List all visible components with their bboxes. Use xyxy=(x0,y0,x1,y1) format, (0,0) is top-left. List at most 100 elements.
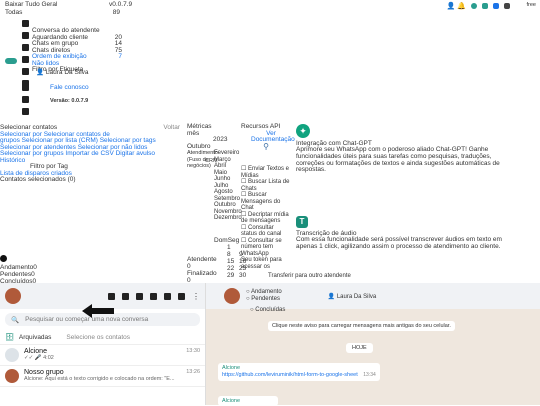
api-check[interactable]: ☐ Consultar status do canal xyxy=(241,225,291,238)
message-bubble[interactable]: Alcione https://github.com/leviruminik/h… xyxy=(218,363,380,381)
api-check[interactable]: ☐ Consultar se número tem WhatsApp xyxy=(241,238,291,258)
api-check[interactable]: ☐ Enviar Textos e Mídias xyxy=(241,166,291,179)
broadcast-icon[interactable] xyxy=(122,292,129,300)
menu-icons xyxy=(22,20,29,87)
day-separator: HOJE xyxy=(346,343,373,353)
archived-row[interactable]: 🗄 Arquivadas Selecione os contatos xyxy=(0,330,205,345)
month-list: Fevereiro Março Abril Maio Junho Julho A… xyxy=(214,150,242,222)
cal-day[interactable]: 15 xyxy=(227,258,237,265)
cal-day[interactable]: 30 xyxy=(239,272,249,279)
chat-name: Alcione xyxy=(24,348,47,355)
api-check[interactable]: ☐ Decriptar mídia de mensagens xyxy=(241,212,291,225)
count-andamento: Andamento0 xyxy=(0,264,37,271)
select-contacts-label[interactable]: Selecione os contatos xyxy=(66,334,130,341)
toggle[interactable] xyxy=(5,58,17,64)
network-icon: ⚲ xyxy=(263,141,269,151)
message-sender: Alcione xyxy=(222,398,241,404)
todas-row[interactable]: Todas 89 xyxy=(5,9,120,16)
user-icon[interactable]: 👤 xyxy=(447,2,456,10)
tag-icon[interactable] xyxy=(108,292,115,300)
chat-list-panel: ⋮ 🔍 Pesquisar ou começar uma nova convers… xyxy=(0,283,206,405)
cal-day[interactable]: 1 xyxy=(227,244,237,251)
api-check[interactable]: ☐ Buscar Mensagens do Chat xyxy=(241,192,291,212)
load-older-notice[interactable]: Clique neste aviso para carregar mensage… xyxy=(268,321,455,331)
month-label: mês xyxy=(187,129,200,137)
phone-icon[interactable] xyxy=(22,84,29,91)
version-label: Versão: 0.0.7.9 xyxy=(50,98,89,104)
api-check[interactable]: Seu token para acessar os xyxy=(241,257,291,270)
selected-count: Contatos selecionados (0) xyxy=(0,176,76,183)
api-check-label: Consultar status do canal xyxy=(241,224,282,238)
transcription-icon: T xyxy=(296,216,308,228)
avatar xyxy=(5,369,19,383)
list-item[interactable]: Alcione ✓✓ 🎤 4:02 13:30 xyxy=(0,345,205,366)
status-label: Pendentes xyxy=(251,296,280,302)
avatar[interactable] xyxy=(224,288,240,304)
chat-preview: Alcione: Aqui está o texto corrigido e c… xyxy=(24,376,175,382)
contact-link[interactable]: Fale conosco xyxy=(50,84,89,91)
tag-icon[interactable] xyxy=(22,56,29,63)
selection-panel: Selecionar contatos Voltar Selecionar por… xyxy=(0,124,185,184)
cal-day[interactable]: 22 xyxy=(227,265,237,272)
api-check-label: Buscar Lista de Chats xyxy=(241,179,290,192)
arrow-left-icon xyxy=(82,304,114,318)
menu-count: 7 xyxy=(118,53,122,60)
cal-day[interactable]: 8 xyxy=(227,251,237,258)
message-link[interactable]: https://github.com/leviruminik/html-form… xyxy=(222,372,358,378)
green-dot-icon[interactable] xyxy=(471,3,477,9)
dark-square-icon[interactable] xyxy=(504,3,510,9)
cal-day[interactable]: 29 xyxy=(227,272,237,279)
status-option[interactable]: ○ Pendentes xyxy=(246,296,282,303)
gpt-card: ✦ Integração com Chat-GPT Aprimore seu W… xyxy=(296,124,512,174)
api-check-label: Consultar se número tem WhatsApp xyxy=(241,237,282,257)
api-panel: Recursos API Ver Documentação ⚲ xyxy=(241,123,295,151)
channels-icon[interactable] xyxy=(164,292,171,300)
status-option[interactable]: ○ Concluídas xyxy=(250,307,285,313)
users-icon[interactable] xyxy=(136,292,143,300)
settings-icon[interactable] xyxy=(22,108,29,115)
status-label: Andamento xyxy=(250,289,282,295)
api-check[interactable]: ☐ Buscar Lista de Chats xyxy=(241,179,291,192)
blue-square-icon[interactable] xyxy=(493,3,499,9)
chat-time: 13:30 xyxy=(186,348,200,354)
user-name-text: Laura Da Silva xyxy=(45,69,89,76)
crm-label: CRM xyxy=(205,158,218,164)
finalizado-label: Finalizado xyxy=(187,270,217,277)
chat-time: 13:26 xyxy=(186,369,200,375)
app-title: Baixar Tudo Geral xyxy=(5,1,58,8)
api-checklist: ☐ Enviar Textos e Mídias ☐ Buscar Lista … xyxy=(241,166,291,270)
inbox-icon[interactable] xyxy=(22,20,29,27)
month[interactable]: Fevereiro xyxy=(214,150,242,157)
status-icon[interactable] xyxy=(150,292,157,300)
archive-icon: 🗄 xyxy=(5,334,14,341)
month[interactable]: Dezembro xyxy=(214,215,242,222)
assigned-user-name: Laura Da Silva xyxy=(336,293,377,300)
conversation-panel: ○ Andamento ○ Pendentes 👤 Laura Da Silva… xyxy=(206,273,540,406)
new-chat-icon[interactable] xyxy=(178,292,185,300)
menu-icon[interactable]: ⋮ xyxy=(192,292,200,301)
chart-icon[interactable] xyxy=(22,32,29,39)
todas-label: Todas xyxy=(5,9,23,16)
menu-list: Conversa do atendente Aguardando cliente… xyxy=(32,27,122,74)
avatar xyxy=(5,348,19,362)
chat-preview: ✓✓ 🎤 4:02 xyxy=(24,355,54,361)
plus-icon[interactable] xyxy=(0,255,7,262)
free-badge: free xyxy=(526,2,536,8)
extra-icons xyxy=(22,84,29,115)
status-option[interactable]: ○ Andamento xyxy=(246,289,282,296)
status-icons: 👤 🔔 xyxy=(447,2,510,10)
transcription-description: Com essa funcionalidade será possível tr… xyxy=(296,236,502,250)
list-item[interactable]: Nosso grupo Alcione: Aqui está o texto co… xyxy=(0,366,205,387)
bell-icon[interactable]: 🔔 xyxy=(457,2,466,10)
avatar[interactable] xyxy=(5,288,21,304)
chat-name: Nosso grupo xyxy=(24,369,64,376)
teal-square-icon[interactable] xyxy=(482,3,488,9)
transfer-label[interactable]: Transferir para outro atendente xyxy=(268,273,351,279)
key-icon[interactable] xyxy=(22,68,29,75)
atendimento-stats: Atendente 0 Finalizado 0 xyxy=(187,256,217,284)
calendar-icon[interactable] xyxy=(22,44,29,51)
chat-icon[interactable] xyxy=(22,96,29,103)
back-link[interactable]: Voltar xyxy=(163,124,180,132)
message-sender: Alcione xyxy=(222,365,241,371)
todas-count: 89 xyxy=(112,9,120,16)
